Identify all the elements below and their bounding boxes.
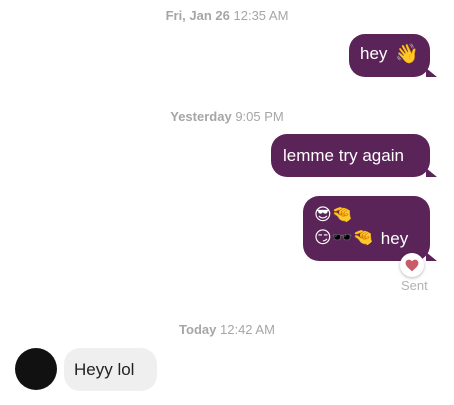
message-line: 😎🤏: [314, 204, 430, 226]
message-text: lemme try again: [283, 146, 404, 165]
heart-reaction[interactable]: [400, 253, 424, 277]
waving-hand-emoji: 👋: [395, 43, 419, 66]
outgoing-message[interactable]: 😎🤏 😏🕶️🤏 hey: [303, 196, 437, 261]
timestamp-time: 12:35 AM: [233, 8, 289, 23]
timestamp-time: 12:42 AM: [220, 322, 275, 337]
incoming-message[interactable]: Heyy lol: [64, 348, 157, 391]
bubble-tail: [426, 168, 437, 177]
sunglasses-pinch-emoji: 😎🤏: [314, 205, 353, 226]
timestamp: Today 12:42 AM: [0, 322, 454, 337]
timestamp: Fri, Jan 26 12:35 AM: [0, 8, 454, 23]
timestamp-day: Fri, Jan 26: [165, 8, 230, 23]
avatar[interactable]: [15, 348, 57, 390]
outgoing-message[interactable]: hey 👋: [349, 34, 437, 77]
timestamp-day: Yesterday: [170, 109, 232, 124]
message-text: hey: [380, 228, 409, 248]
timestamp-time: 9:05 PM: [235, 109, 284, 124]
outgoing-message[interactable]: lemme try again: [271, 134, 437, 177]
delivery-status: Sent: [401, 278, 428, 293]
message-text: hey: [360, 44, 388, 63]
message-line: 😏🕶️🤏 hey: [314, 226, 430, 250]
timestamp: Yesterday 9:05 PM: [0, 109, 454, 124]
bubble-tail: [426, 252, 437, 261]
smirk-glasses-pinch-emoji: 😏🕶️🤏: [314, 228, 375, 249]
heart-icon: [405, 259, 419, 271]
timestamp-day: Today: [179, 322, 217, 337]
message-text: Heyy lol: [74, 360, 135, 379]
bubble-tail: [426, 68, 437, 77]
